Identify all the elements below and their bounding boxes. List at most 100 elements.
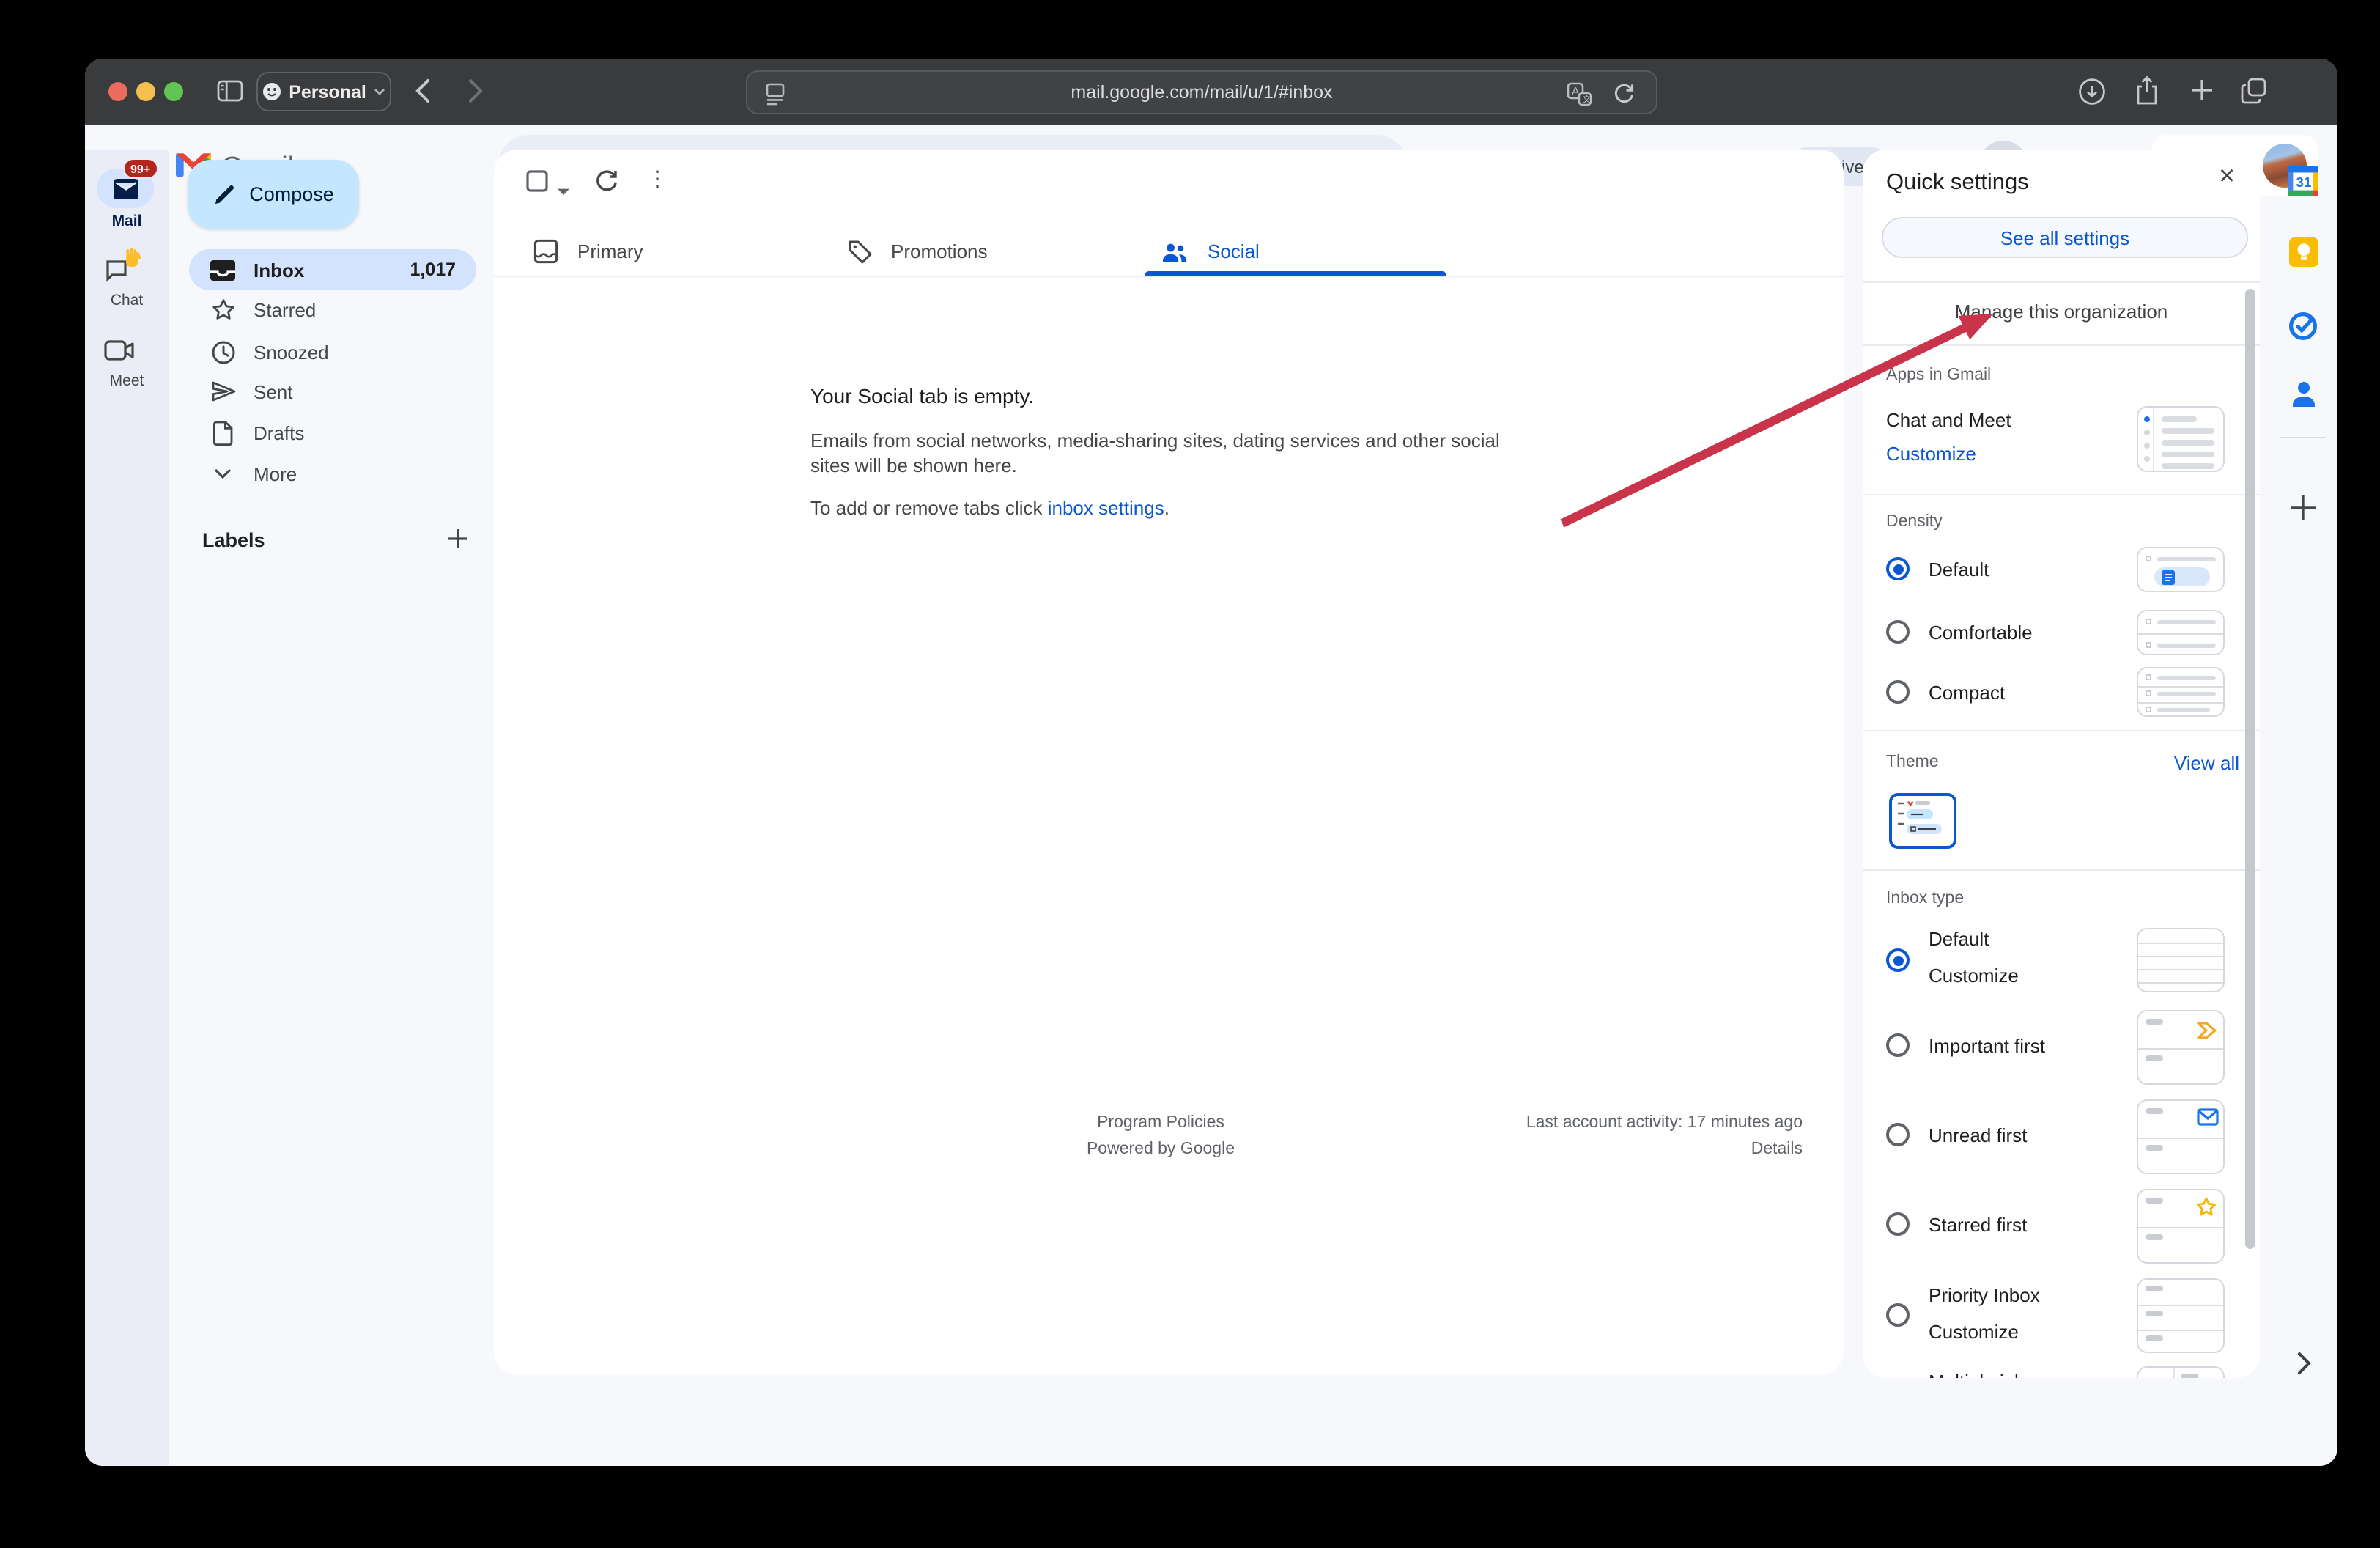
tab-social-active[interactable]: Social bbox=[1145, 227, 1446, 276]
refresh-icon[interactable] bbox=[594, 167, 620, 201]
empty-state-cta: To add or remove tabs click inbox settin… bbox=[810, 495, 1169, 520]
cta-suffix: . bbox=[1164, 497, 1169, 519]
side-panel-rail: 31 bbox=[2269, 150, 2338, 1466]
tasks-icon[interactable] bbox=[2269, 311, 2338, 342]
compose-button[interactable]: Compose bbox=[188, 160, 359, 229]
manage-organization-link[interactable]: Manage this organization bbox=[1863, 301, 2260, 322]
calendar-icon[interactable]: 31 bbox=[2269, 166, 2338, 196]
inbox-type-label: Important first bbox=[1929, 1035, 2045, 1057]
sidebar-toggle-icon[interactable] bbox=[217, 79, 243, 110]
panel-title: Quick settings bbox=[1886, 170, 2029, 196]
rail-item-meet[interactable] bbox=[85, 339, 154, 362]
cta-prefix: To add or remove tabs click bbox=[810, 497, 1048, 519]
radio-icon[interactable] bbox=[1886, 1123, 1910, 1146]
density-option-label: Default bbox=[1929, 559, 1989, 580]
rail-label-mail: Mail bbox=[85, 213, 169, 230]
tab-label: Primary bbox=[577, 240, 643, 262]
chat-and-meet-label: Chat and Meet bbox=[1886, 409, 2011, 431]
sidebar-item-starred[interactable]: Starred bbox=[189, 289, 476, 330]
profile-chip[interactable]: Personal bbox=[256, 72, 391, 111]
sidebar-item-more[interactable]: More bbox=[189, 453, 476, 494]
labels-header: Labels bbox=[202, 529, 265, 551]
divider bbox=[1863, 281, 2260, 283]
select-dropdown-caret[interactable] bbox=[557, 177, 570, 204]
select-all-checkbox[interactable] bbox=[526, 170, 548, 199]
mail-unread-badge: 99+ bbox=[123, 158, 158, 179]
hide-side-panel-icon[interactable] bbox=[2269, 1352, 2338, 1375]
clock-icon bbox=[207, 339, 239, 364]
sidebar-item-snoozed[interactable]: Snoozed bbox=[189, 331, 476, 372]
tab-label: Social bbox=[1208, 240, 1260, 262]
inbox-settings-link[interactable]: inbox settings bbox=[1048, 497, 1164, 519]
compose-label: Compose bbox=[249, 183, 334, 205]
tab-primary[interactable]: Primary bbox=[517, 227, 819, 276]
divider bbox=[1863, 730, 2260, 731]
theme-view-all-link[interactable]: View all bbox=[2174, 752, 2239, 774]
tab-promotions[interactable]: Promotions bbox=[831, 227, 1133, 276]
sidebar-item-drafts[interactable]: Drafts bbox=[189, 412, 476, 453]
back-button[interactable] bbox=[415, 78, 431, 111]
apps-customize-link[interactable]: Customize bbox=[1886, 443, 1976, 465]
get-add-ons-icon[interactable] bbox=[2269, 494, 2338, 522]
social-people-icon bbox=[1161, 240, 1189, 263]
inbox-starred-thumbnail bbox=[2137, 1189, 2225, 1264]
contacts-icon[interactable] bbox=[2269, 380, 2338, 408]
minimize-window-button[interactable] bbox=[136, 82, 155, 101]
rail-item-chat[interactable] bbox=[85, 258, 154, 284]
inbox-unread-thumbnail bbox=[2137, 1099, 2225, 1174]
priority-customize-link[interactable]: Customize bbox=[1929, 1321, 2019, 1343]
inbox-type-section-label: Inbox type bbox=[1886, 890, 1964, 907]
new-tab-icon[interactable] bbox=[2189, 78, 2214, 110]
powered-by-google: Powered by Google bbox=[1051, 1136, 1271, 1162]
add-label-button[interactable] bbox=[447, 528, 469, 557]
chevron-down-icon bbox=[374, 88, 385, 95]
waving-hand-emoji bbox=[122, 248, 144, 270]
forward-button[interactable] bbox=[468, 78, 484, 111]
panel-scrollbar[interactable] bbox=[2245, 289, 2255, 1249]
inbox-type-label: Unread first bbox=[1929, 1124, 2027, 1146]
radio-selected-icon[interactable] bbox=[1886, 948, 1910, 972]
keep-icon[interactable] bbox=[2269, 237, 2338, 267]
promotions-tag-icon bbox=[847, 239, 872, 264]
see-all-settings-button[interactable]: See all settings bbox=[1882, 217, 2248, 258]
chevron-down-icon bbox=[207, 468, 239, 479]
close-icon[interactable]: × bbox=[2219, 161, 2235, 194]
reader-view-icon[interactable] bbox=[765, 82, 786, 110]
maximize-window-button[interactable] bbox=[164, 82, 183, 101]
divider bbox=[1863, 494, 2260, 495]
empty-state-body: Emails from social networks, media-shari… bbox=[810, 428, 1514, 478]
inbox-multiple-thumbnail bbox=[2137, 1366, 2225, 1378]
radio-icon[interactable] bbox=[1886, 1033, 1910, 1057]
tab-divider bbox=[494, 276, 1844, 277]
program-policies-link[interactable]: Program Policies bbox=[1051, 1110, 1271, 1136]
reload-icon[interactable] bbox=[1612, 81, 1636, 110]
inbox-type-label: Default bbox=[1929, 928, 1989, 950]
theme-thumbnail-selected[interactable] bbox=[1889, 793, 1956, 849]
url-text: mail.google.com/mail/u/1/#inbox bbox=[1071, 82, 1332, 103]
more-options-icon[interactable]: ⋮ bbox=[646, 166, 668, 192]
sidebar-item-sent[interactable]: Sent bbox=[189, 371, 476, 412]
theme-section-label: Theme bbox=[1886, 753, 1939, 771]
radio-icon[interactable] bbox=[1886, 680, 1910, 704]
radio-icon[interactable] bbox=[1886, 1212, 1910, 1236]
downloads-icon[interactable] bbox=[2078, 78, 2106, 113]
tab-overview-icon[interactable] bbox=[2239, 76, 2269, 113]
rail-label-chat: Chat bbox=[85, 292, 169, 309]
details-link[interactable]: Details bbox=[1526, 1136, 1803, 1162]
inbox-priority-thumbnail bbox=[2137, 1278, 2225, 1353]
translate-icon[interactable]: A文 bbox=[1567, 82, 1592, 110]
share-icon[interactable] bbox=[2134, 75, 2160, 114]
rail-divider bbox=[2280, 437, 2326, 438]
inbox-type-label: Starred first bbox=[1929, 1214, 2027, 1236]
radio-icon[interactable] bbox=[1886, 620, 1910, 644]
address-bar[interactable]: mail.google.com/mail/u/1/#inbox A文 bbox=[746, 70, 1658, 114]
inbox-type-label: Multiple inboxes bbox=[1929, 1371, 2065, 1378]
close-window-button[interactable] bbox=[108, 82, 128, 101]
radio-selected-icon[interactable] bbox=[1886, 557, 1910, 580]
rail-label-meet: Meet bbox=[85, 372, 169, 390]
sidebar-item-inbox[interactable]: Inbox 1,017 bbox=[189, 249, 476, 290]
browser-window: Personal mail.google.com/mail/u/1/#inbox… bbox=[85, 59, 2338, 1466]
radio-icon[interactable] bbox=[1886, 1303, 1910, 1327]
inbox-default-customize-link[interactable]: Customize bbox=[1929, 965, 2019, 987]
sidebar-item-label: More bbox=[254, 462, 297, 484]
